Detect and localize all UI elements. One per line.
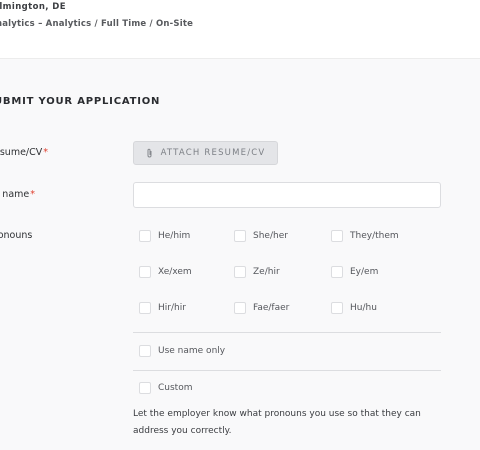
resume-label-text: esume/CV [0,147,43,158]
pronoun-label: Xe/xem [158,267,192,277]
checkbox[interactable] [139,230,151,242]
checkbox[interactable] [139,345,151,357]
pronoun-option[interactable]: Hir/hir [139,302,186,314]
use-name-only-option[interactable]: Use name only [139,345,225,357]
checkbox[interactable] [139,302,151,314]
custom-option[interactable]: Custom [139,382,192,394]
pronoun-option[interactable]: Hu/hu [331,302,377,314]
pronoun-option[interactable]: She/her [234,230,288,242]
pronoun-option[interactable]: They/them [331,230,399,242]
pronoun-label: He/him [158,231,191,241]
pronouns-help-text: Let the employer know what pronouns you … [133,409,421,436]
divider [133,332,441,333]
use-name-only-label: Use name only [158,346,226,356]
pronoun-label: Hu/hu [350,303,377,313]
pronoun-label: Fae/faer [253,303,290,313]
pronoun-label: Hir/hir [158,303,186,313]
job-header: ilmington, DE nalytics – Analytics / Ful… [0,0,480,59]
pronoun-label: They/them [350,231,399,241]
checkbox[interactable] [234,266,246,278]
custom-label: Custom [158,383,193,393]
pronoun-label: She/her [253,231,288,241]
pronoun-label: Ey/em [350,267,379,277]
pronoun-option[interactable]: Ey/em [331,266,378,278]
pronoun-option[interactable]: Ze/hir [234,266,280,278]
checkbox[interactable] [331,302,343,314]
checkbox[interactable] [331,230,343,242]
checkbox[interactable] [139,266,151,278]
required-mark: * [30,189,35,200]
divider [133,370,441,371]
checkbox[interactable] [234,302,246,314]
job-meta: nalytics – Analytics / Full Time / On-Si… [0,19,194,29]
pronoun-option[interactable]: He/him [139,230,190,242]
resume-label: esume/CV* [0,147,48,158]
checkbox[interactable] [139,382,151,394]
paperclip-icon [147,148,152,158]
pronouns-label: ronouns [0,230,33,241]
checkbox[interactable] [234,230,246,242]
pronoun-option[interactable]: Xe/xem [139,266,192,278]
attach-button-label: ATTACH RESUME/CV [160,148,266,158]
checkbox[interactable] [331,266,343,278]
fullname-label: ll name* [0,189,35,200]
fullname-input[interactable] [133,182,441,208]
pronoun-option[interactable]: Fae/faer [234,302,289,314]
section-title: UBMIT YOUR APPLICATION [0,96,161,107]
required-mark: * [43,147,48,158]
job-location: ilmington, DE [0,2,66,12]
attach-resume-button[interactable]: ATTACH RESUME/CV [133,141,278,165]
fullname-label-text: ll name [0,189,30,200]
pronoun-label: Ze/hir [253,267,280,277]
